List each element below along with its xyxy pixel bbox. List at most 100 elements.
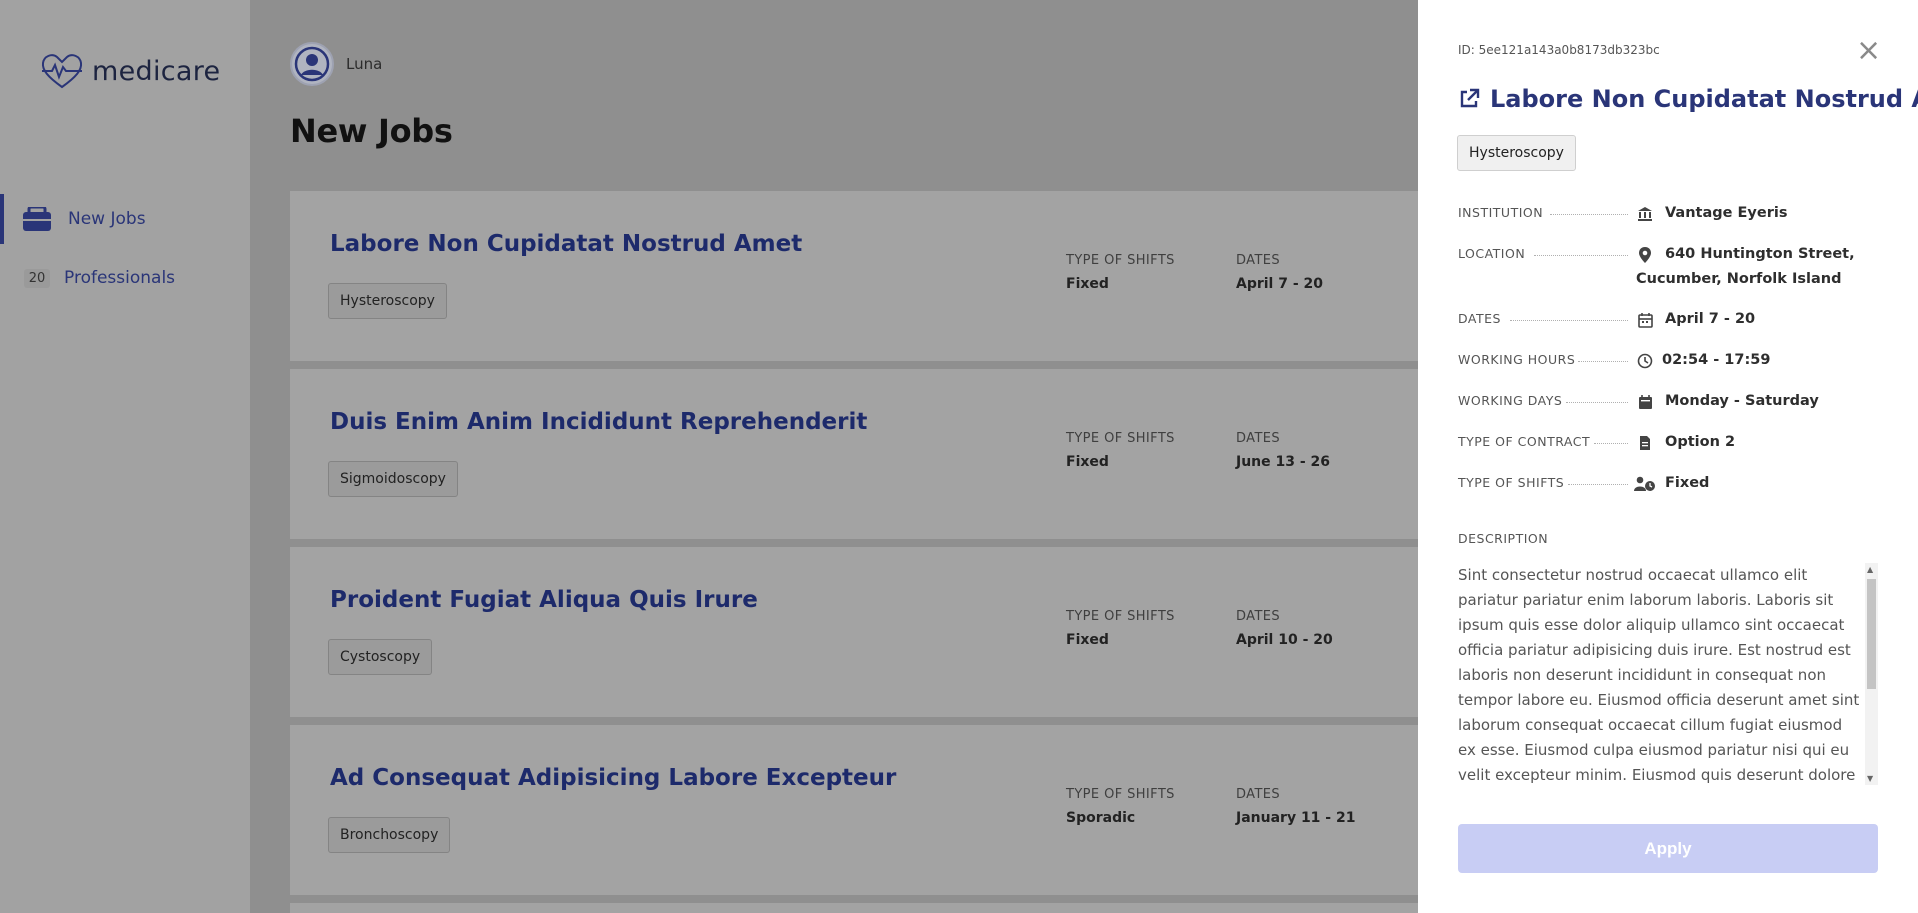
job-card[interactable]: Proident Fugiat Aliqua Quis Irure Cystos… [290, 547, 1440, 717]
dotted-leader [1510, 320, 1628, 321]
sidebar-item-new-jobs[interactable]: New Jobs [0, 194, 250, 244]
meta-value: Fixed [1066, 632, 1109, 648]
dates-meta: DATES June 13 - 26 [1236, 431, 1330, 470]
meta-label: DATES [1236, 431, 1281, 446]
dotted-leader [1578, 361, 1628, 362]
scroll-thumb[interactable] [1867, 579, 1876, 689]
meta-label: DATES [1236, 609, 1281, 624]
heartbeat-logo-icon [41, 54, 83, 89]
job-tag: Bronchoscopy [328, 817, 451, 853]
job-card[interactable]: Labore Non Cupidatat Nostrud Amet Hyster… [290, 191, 1440, 361]
app-name: medicare [92, 55, 221, 87]
detail-type-of-contract: TYPE OF CONTRACT Option 2 [1458, 434, 1878, 458]
meta-value: Fixed [1066, 276, 1109, 292]
detail-label: DATES [1458, 311, 1501, 326]
detail-value: Vantage Eyeris [1665, 205, 1788, 221]
detail-value-line1: 640 Huntington Street, [1665, 246, 1855, 262]
drawer-title-row[interactable]: Labore Non Cupidatat Nostrud Amet [1458, 85, 1918, 113]
user-avatar-icon [294, 46, 330, 82]
meta-label: TYPE OF SHIFTS [1066, 253, 1175, 268]
description-text: Sint consectetur nostrud occaecat ullamc… [1458, 566, 1860, 784]
close-button[interactable]: × [1856, 36, 1881, 66]
professionals-count-badge: 20 [23, 268, 51, 288]
job-tag: Sigmoidoscopy [328, 461, 458, 497]
detail-label: TYPE OF CONTRACT [1458, 434, 1591, 449]
detail-value-line2: Cucumber, Norfolk Island [1636, 271, 1842, 287]
dotted-leader [1550, 214, 1628, 215]
shifts-meta: TYPE OF SHIFTS Fixed [1066, 431, 1175, 470]
description-box[interactable]: Sint consectetur nostrud occaecat ullamc… [1458, 563, 1878, 785]
detail-value: April 7 - 20 [1665, 311, 1756, 327]
main-content: Luna New Jobs Labore Non Cupidatat Nostr… [250, 0, 1440, 913]
calendar-icon [1636, 311, 1654, 329]
external-link-icon[interactable] [1458, 88, 1480, 110]
meta-value: Fixed [1066, 454, 1109, 470]
briefcase-icon [20, 207, 54, 231]
meta-label: DATES [1236, 253, 1281, 268]
meta-value: April 10 - 20 [1236, 632, 1333, 648]
description-scrollbar[interactable]: ▲ ▼ [1865, 563, 1878, 785]
detail-value: Fixed [1665, 475, 1710, 491]
sidebar-item-professionals[interactable]: 20 Professionals [0, 253, 250, 303]
shifts-meta: TYPE OF SHIFTS Fixed [1066, 609, 1175, 648]
meta-label: TYPE OF SHIFTS [1066, 609, 1175, 624]
dotted-leader [1534, 255, 1628, 256]
sidebar-item-label: Professionals [64, 268, 176, 288]
shifts-meta: TYPE OF SHIFTS Sporadic [1066, 787, 1175, 826]
dotted-leader [1594, 443, 1628, 444]
job-title[interactable]: Ad Consequat Adipisicing Labore Excepteu… [330, 765, 896, 791]
scroll-down-arrow-icon[interactable]: ▼ [1867, 774, 1873, 783]
detail-label: INSTITUTION [1458, 205, 1544, 220]
detail-label: WORKING HOURS [1458, 352, 1576, 367]
drawer-tag: Hysteroscopy [1457, 135, 1576, 171]
drawer-title: Labore Non Cupidatat Nostrud Amet [1490, 85, 1918, 113]
detail-label: WORKING DAYS [1458, 393, 1563, 408]
meta-value: April 7 - 20 [1236, 276, 1324, 292]
location-pin-icon [1636, 246, 1654, 264]
job-tag: Hysteroscopy [328, 283, 447, 319]
detail-working-hours: WORKING HOURS 02:54 - 17:59 [1458, 352, 1878, 376]
avatar[interactable] [290, 42, 334, 86]
institution-icon [1636, 205, 1654, 223]
detail-dates: DATES April 7 - 20 [1458, 311, 1878, 335]
sidebar: medicare New Jobs 20 Professionals [0, 0, 250, 913]
meta-value: January 11 - 21 [1236, 810, 1356, 826]
meta-label: TYPE OF SHIFTS [1066, 431, 1175, 446]
dates-meta: DATES April 7 - 20 [1236, 253, 1323, 292]
dates-meta: DATES April 10 - 20 [1236, 609, 1333, 648]
apply-button[interactable]: Apply [1458, 824, 1878, 873]
detail-institution: INSTITUTION Vantage Eyeris [1458, 205, 1878, 229]
job-title[interactable]: Labore Non Cupidatat Nostrud Amet [330, 231, 802, 257]
detail-value: Monday - Saturday [1665, 393, 1819, 409]
scroll-up-arrow-icon[interactable]: ▲ [1867, 565, 1873, 574]
meta-value: Sporadic [1066, 810, 1136, 826]
job-tag: Cystoscopy [328, 639, 433, 675]
job-card[interactable]: Ad Consequat Adipisicing Labore Excepteu… [290, 725, 1440, 895]
dates-meta: DATES January 11 - 21 [1236, 787, 1355, 826]
job-detail-drawer: ID: 5ee121a143a0b8173db323bc × Labore No… [1418, 0, 1918, 913]
dotted-leader [1568, 484, 1628, 485]
job-card-partial[interactable] [290, 903, 1440, 913]
detail-location: LOCATION 640 Huntington Street, Cucumber… [1458, 246, 1878, 294]
medicare-logo[interactable]: medicare [40, 52, 220, 90]
user-clock-icon [1634, 475, 1656, 493]
detail-label: TYPE OF SHIFTS [1458, 475, 1565, 490]
dotted-leader [1566, 402, 1628, 403]
job-id: ID: 5ee121a143a0b8173db323bc [1458, 43, 1660, 57]
detail-value: Option 2 [1665, 434, 1736, 450]
detail-value: 02:54 - 17:59 [1662, 352, 1771, 368]
document-icon [1636, 434, 1654, 452]
job-card[interactable]: Duis Enim Anim Incididunt Reprehenderit … [290, 369, 1440, 539]
detail-label: LOCATION [1458, 246, 1526, 261]
shifts-meta: TYPE OF SHIFTS Fixed [1066, 253, 1175, 292]
meta-label: TYPE OF SHIFTS [1066, 787, 1175, 802]
clock-icon [1636, 352, 1654, 370]
detail-working-days: WORKING DAYS Monday - Saturday [1458, 393, 1878, 417]
detail-type-of-shifts: TYPE OF SHIFTS Fixed [1458, 475, 1878, 499]
user-info[interactable]: Luna [290, 42, 382, 86]
meta-value: June 13 - 26 [1236, 454, 1331, 470]
job-title[interactable]: Duis Enim Anim Incididunt Reprehenderit [330, 409, 867, 435]
description-label: DESCRIPTION [1458, 531, 1549, 546]
calendar-filled-icon [1636, 393, 1654, 411]
job-title[interactable]: Proident Fugiat Aliqua Quis Irure [330, 587, 758, 613]
